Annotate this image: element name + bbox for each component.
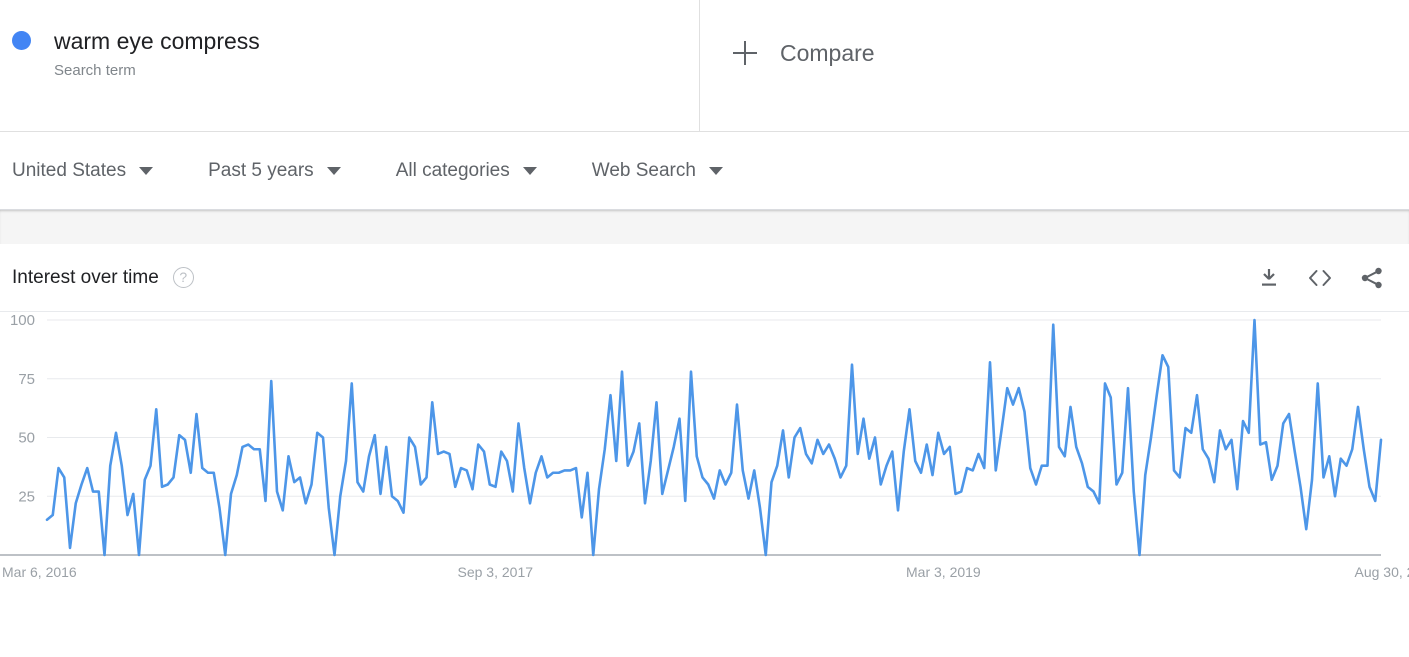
download-icon[interactable] [1257,266,1281,290]
series-color-dot [12,31,31,50]
filter-category[interactable]: All categories [396,159,537,183]
filter-search-type-label: Web Search [591,159,696,181]
filter-location[interactable]: United States [12,159,154,183]
search-term-label: warm eye compress [54,28,260,54]
trends-line-chart-svg[interactable]: 100 75 50 25 Mar 6, 2016 Sep 3, 2017 Mar 3, 20… [0,312,1409,657]
filter-category-label: All categories [395,159,510,181]
help-icon[interactable]: ? [172,267,194,288]
chevron-down-icon [326,166,341,175]
search-term-bar: warm eye compress Search term Compare [0,0,1409,132]
embed-code-icon[interactable] [1307,267,1333,289]
interest-over-time-chart[interactable]: 100 75 50 25 Mar 6, 2016 Sep 3, 2017 Mar 3, 20… [0,312,1409,657]
share-icon[interactable] [1359,266,1385,290]
x-tick-label: Sep 3, 2017 [458,564,534,580]
card-title: Interest over time [12,266,159,288]
x-tick-label: Aug 30, 2020 [1355,564,1409,580]
filter-time-range[interactable]: Past 5 years [208,159,341,183]
y-tick-label: 25 [18,488,35,505]
compare-panel[interactable]: Compare [700,0,1409,131]
filter-bar: United States Past 5 years All categorie… [0,132,1409,210]
chevron-down-icon [708,166,723,175]
y-tick-label: 75 [18,371,35,388]
y-tick-label: 100 [10,312,35,329]
chevron-down-icon [522,166,537,175]
interest-over-time-card-header: Interest over time ? [0,244,1409,312]
section-separator [0,210,1409,244]
search-term-type: Search term [54,62,136,79]
filter-search-type[interactable]: Web Search [592,159,723,183]
plus-icon [733,41,757,65]
chevron-down-icon [139,166,154,175]
x-tick-label: Mar 6, 2016 [2,564,77,580]
search-term-text: warm eye compress Search term [54,26,260,81]
x-tick-label: Mar 3, 2019 [906,564,981,580]
y-tick-label: 50 [18,430,35,447]
compare-button-label: Compare [780,40,875,66]
card-actions [1257,266,1385,290]
filter-time-range-label: Past 5 years [208,159,314,181]
search-term-panel[interactable]: warm eye compress Search term [0,0,700,131]
filter-location-label: United States [12,159,127,181]
